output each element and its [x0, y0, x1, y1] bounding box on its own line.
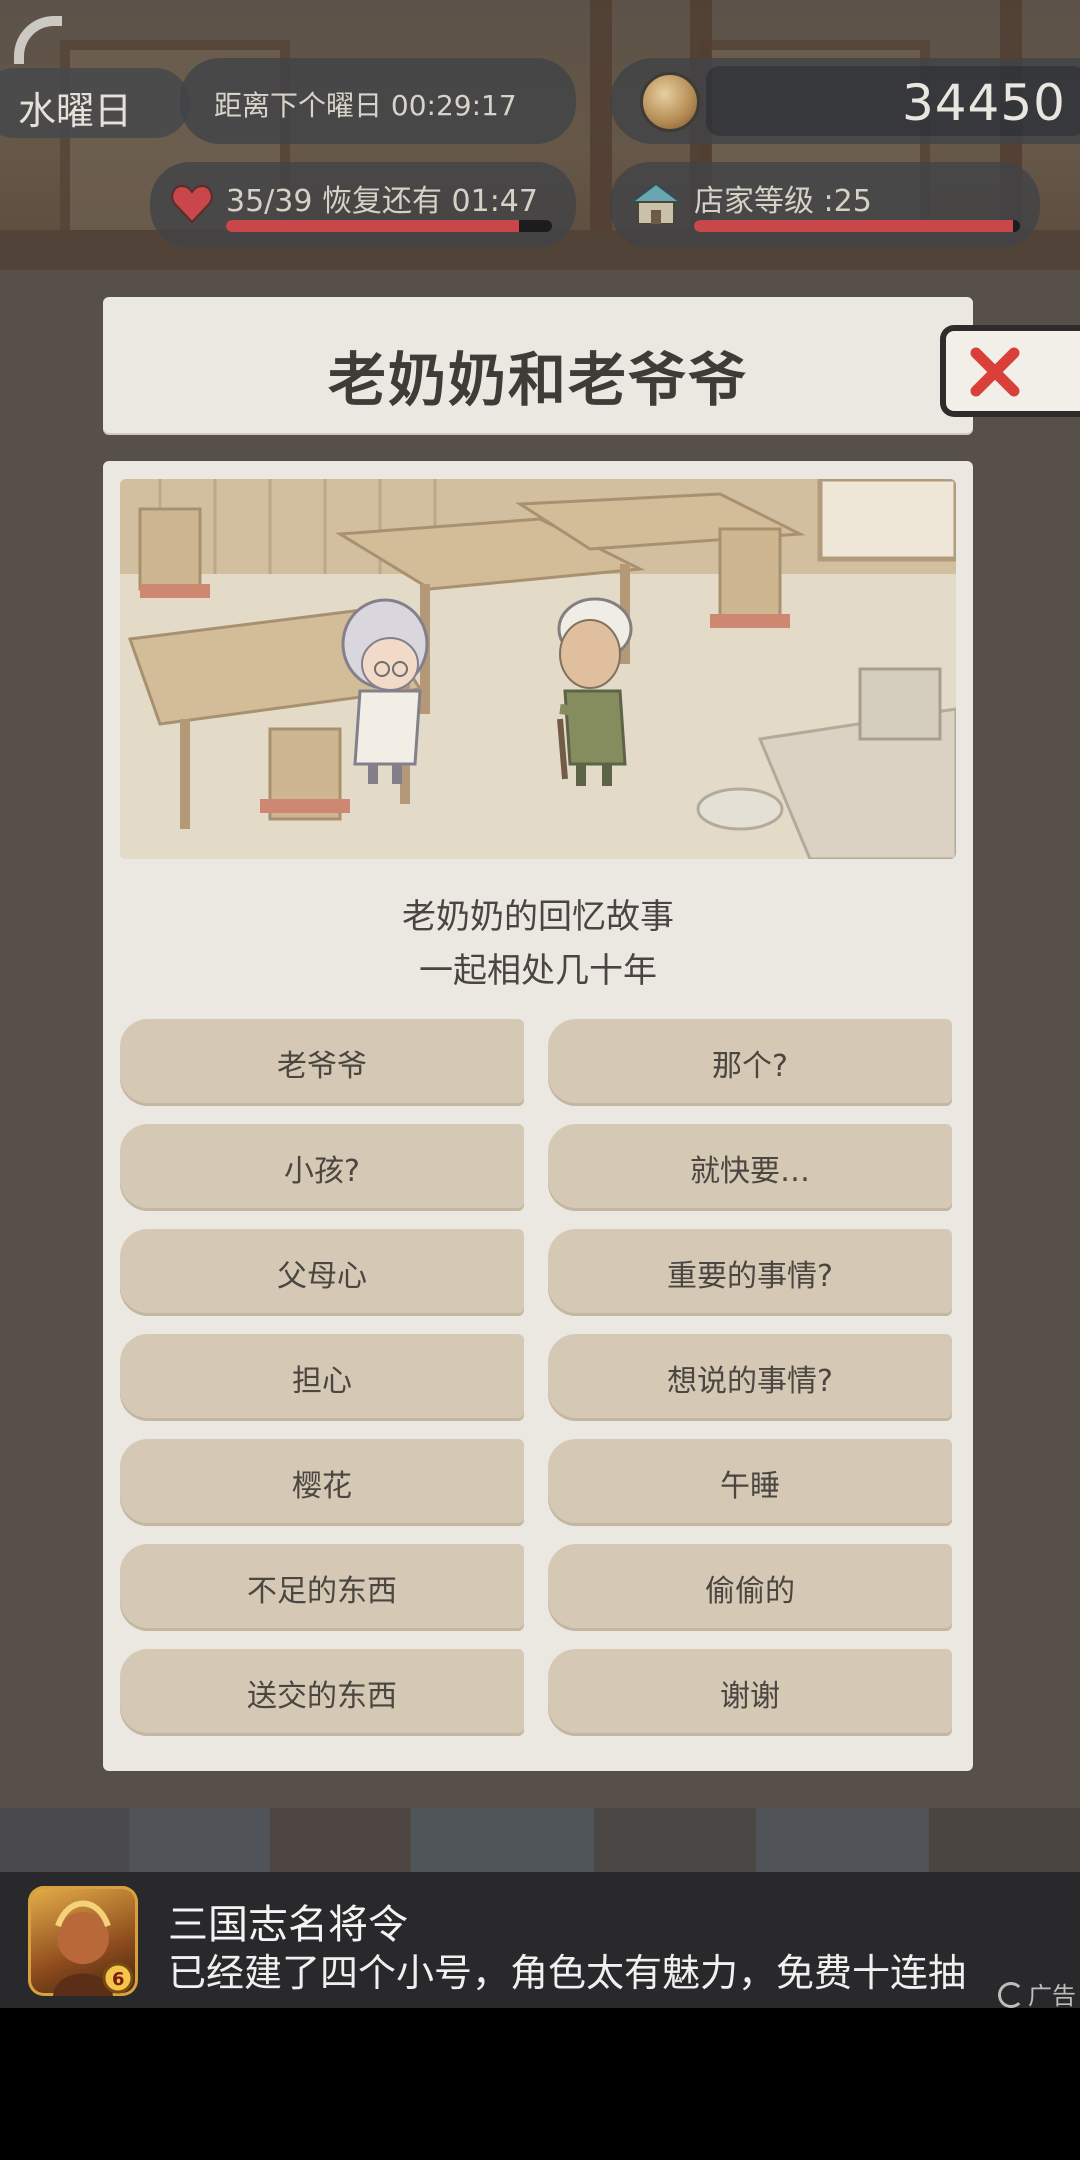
option-button[interactable]: 老爷爷	[120, 1019, 524, 1106]
option-button[interactable]: 父母心	[120, 1229, 524, 1316]
ad-description: 已经建了四个小号，角色太有魅力，免费十连抽	[168, 1951, 967, 1995]
day-indicator: 水曜日	[0, 68, 190, 138]
next-day-timer: 距离下个曜日 00:29:17	[180, 58, 576, 144]
stamina-bar-fill	[226, 220, 520, 232]
option-button[interactable]: 想说的事情?	[548, 1334, 952, 1421]
coin-icon	[640, 72, 700, 132]
shop-icon	[630, 182, 682, 225]
story-title: 老奶奶的回忆故事	[402, 897, 674, 937]
option-button[interactable]: 小孩?	[120, 1124, 524, 1211]
ad-banner[interactable]: 6 三国志名将令 已经建了四个小号，角色太有魅力，免费十连抽 广告	[0, 1872, 1080, 2011]
option-button[interactable]: 就快要…	[548, 1124, 952, 1211]
dialog-content-card: 老奶奶的回忆故事 一起相处几十年 老爷爷 那个? 小孩? 就快要… 父母心 重要…	[103, 461, 973, 1771]
shop-level-bar	[694, 220, 1020, 232]
option-button[interactable]: 重要的事情?	[548, 1229, 952, 1316]
story-subtitle: 一起相处几十年	[419, 951, 657, 991]
shop-level-indicator[interactable]: 店家等级 :25	[610, 162, 1040, 248]
dialog-title: 老奶奶和老爷爷	[327, 346, 748, 414]
dialog-title-card: 老奶奶和老爷爷	[103, 297, 973, 433]
option-button[interactable]: 偷偷的	[548, 1544, 952, 1631]
option-button[interactable]: 不足的东西	[120, 1544, 524, 1631]
option-button[interactable]: 那个?	[548, 1019, 952, 1106]
shop-level-bar-fill	[694, 220, 1014, 232]
topic-options-grid: 老爷爷 那个? 小孩? 就快要… 父母心 重要的事情? 担心 想说的事情? 樱花…	[120, 1019, 954, 1736]
coin-value-box: 34450	[706, 66, 1080, 136]
ad-game-icon-art: 6	[53, 1900, 134, 1996]
option-button[interactable]: 谢谢	[548, 1649, 952, 1736]
heart-icon	[171, 184, 213, 224]
option-button[interactable]: 担心	[120, 1334, 524, 1421]
story-illustration-art	[120, 479, 956, 859]
stamina-text: 35/39 恢复还有 01:47	[226, 184, 538, 219]
shop-level-text: 店家等级 :25	[694, 184, 872, 219]
ad-game-icon[interactable]: 6	[28, 1886, 138, 1996]
story-illustration	[120, 479, 956, 859]
close-icon	[970, 347, 1020, 397]
close-button[interactable]	[940, 325, 1080, 417]
ad-label: 广告	[998, 1976, 1076, 2011]
option-button[interactable]: 送交的东西	[120, 1649, 524, 1736]
next-day-timer-text: 距离下个曜日 00:29:17	[214, 89, 517, 122]
day-label: 水曜日	[18, 89, 133, 133]
option-button[interactable]: 樱花	[120, 1439, 524, 1526]
svg-text:6: 6	[112, 1969, 125, 1990]
stamina-indicator[interactable]: 35/39 恢复还有 01:47	[150, 162, 576, 248]
coin-value: 34450	[901, 74, 1066, 132]
ad-label-text: 广告	[1028, 1982, 1076, 2010]
ad-loop-icon	[998, 1982, 1024, 2008]
coin-counter[interactable]: 34450	[610, 58, 1080, 144]
option-button[interactable]: 午睡	[548, 1439, 952, 1526]
stamina-bar	[226, 220, 552, 232]
